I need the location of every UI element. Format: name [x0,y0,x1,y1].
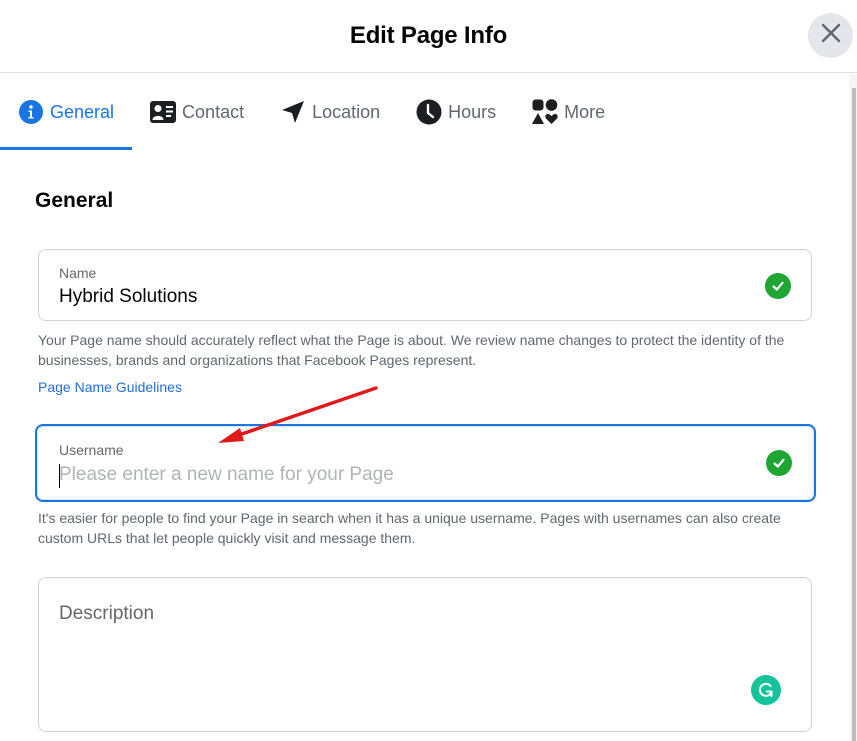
description-placeholder[interactable]: Description [59,603,154,625]
description-field[interactable]: Description [38,577,812,732]
check-circle-icon [765,273,791,299]
tab-label: Location [312,101,381,122]
tab-general[interactable]: General [0,74,133,150]
close-button[interactable] [808,13,853,58]
username-input-placeholder[interactable]: Please enter a new name for your Page [59,464,394,486]
name-field-help-text: Your Page name should accurately reflect… [38,332,785,368]
tab-more[interactable]: More [514,74,623,150]
name-field-value[interactable]: Hybrid Solutions [59,286,197,308]
close-icon [820,22,842,49]
grammarly-icon[interactable] [751,675,781,705]
scrollbar-thumb[interactable] [852,88,856,741]
tab-bar: General Contact Location Hours More [0,74,840,150]
tab-contact[interactable]: Contact [132,74,262,150]
location-arrow-icon [280,99,306,125]
tab-label: Hours [448,101,497,122]
username-field-label: Username [59,442,124,458]
username-field[interactable]: Username Please enter a new name for you… [35,424,816,502]
clock-icon [416,99,442,125]
tab-label: Contact [182,101,245,122]
username-field-help-text: It's easier for people to find your Page… [38,510,781,546]
tab-hours[interactable]: Hours [398,74,514,150]
dialog-title: Edit Page Info [349,22,508,49]
shapes-icon [532,99,558,125]
section-title: General [35,189,114,212]
tab-label: General [50,101,115,122]
dialog-header: Edit Page Info [0,0,857,73]
edit-page-info-dialog: Edit Page Info General Contact Location … [0,0,857,741]
name-field[interactable]: Name Hybrid Solutions [38,249,812,321]
page-name-guidelines-link[interactable]: Page Name Guidelines [38,379,182,395]
info-icon [18,99,44,125]
name-field-label: Name [59,265,97,281]
tab-label: More [564,101,606,122]
check-circle-icon [766,450,792,476]
contact-card-icon [150,99,177,125]
tab-location[interactable]: Location [262,74,398,150]
